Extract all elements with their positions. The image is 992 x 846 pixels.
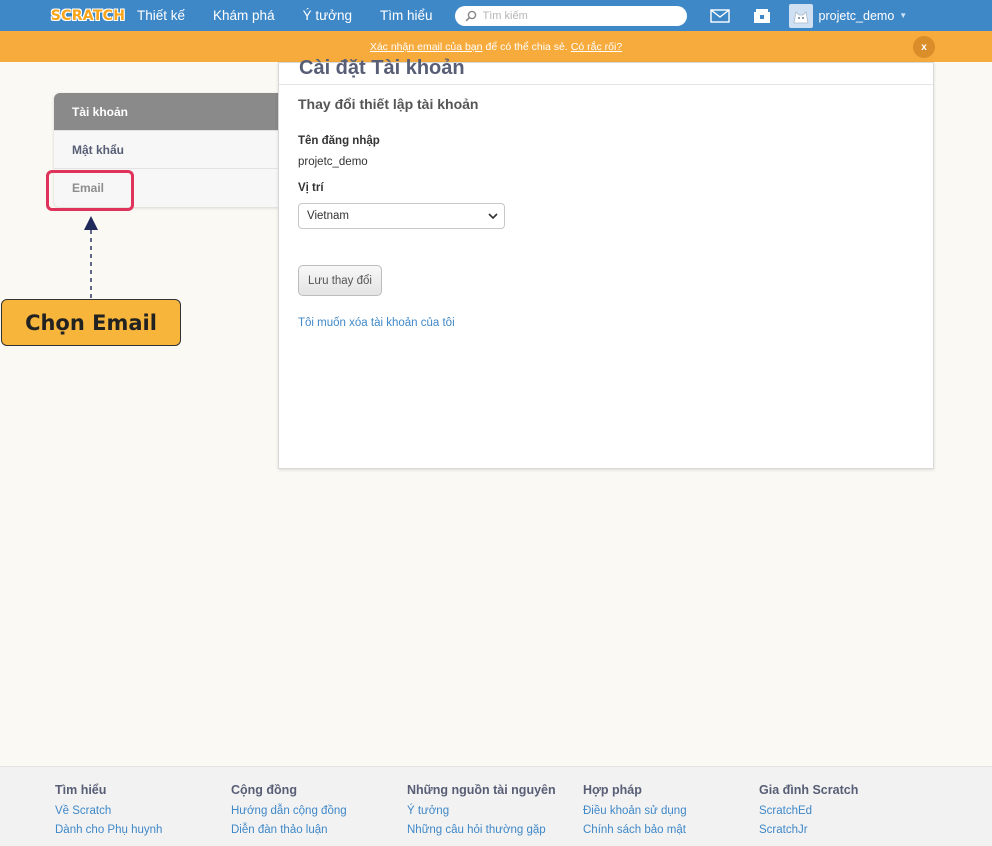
account-settings-panel: Cài đặt Tài khoản Thay đổi thiết lập tài… bbox=[278, 57, 934, 469]
nav-link-create[interactable]: Thiết kế bbox=[121, 0, 199, 31]
footer-link[interactable]: Những câu hỏi thường gặp bbox=[407, 821, 556, 840]
chevron-down-icon bbox=[488, 213, 498, 220]
footer-col-about: Tìm hiểu Về Scratch Dành cho Phụ huynh bbox=[55, 783, 162, 840]
email-confirm-banner: Xác nhận email của bạn để có thể chia sẻ… bbox=[0, 31, 992, 62]
footer-heading: Tìm hiểu bbox=[55, 783, 107, 797]
footer-link[interactable]: Điều khoản sử dụng bbox=[583, 802, 687, 821]
footer-link[interactable]: Về Scratch bbox=[55, 802, 162, 821]
scratch-logo[interactable]: SCRATCH bbox=[51, 5, 125, 27]
sidebar-item-password[interactable]: Mật khẩu bbox=[54, 131, 288, 169]
search-box[interactable] bbox=[454, 5, 687, 26]
top-navbar: SCRATCH Thiết kế Khám phá Ý tưởng Tìm hi… bbox=[0, 0, 992, 31]
footer-link[interactable]: ScratchEd bbox=[759, 802, 858, 821]
footer-link[interactable]: Hướng dẫn cộng đồng bbox=[231, 802, 347, 821]
arrow-up-icon bbox=[84, 216, 98, 298]
chevron-down-icon[interactable]: ▼ bbox=[899, 11, 907, 20]
choose-email-callout: Chọn Email bbox=[1, 299, 181, 346]
banner-text: để có thể chia sẻ. bbox=[485, 40, 568, 53]
trouble-link[interactable]: Có rắc rối? bbox=[571, 41, 622, 53]
delete-account-link[interactable]: Tôi muốn xóa tài khoản của tôi bbox=[298, 317, 455, 329]
site-footer: Tìm hiểu Về Scratch Dành cho Phụ huynh C… bbox=[0, 766, 992, 846]
footer-heading: Gia đình Scratch bbox=[759, 783, 859, 797]
footer-link[interactable]: Chính sách bảo mật bbox=[583, 821, 687, 840]
footer-col-community: Cộng đồng Hướng dẫn cộng đồng Diễn đàn t… bbox=[231, 783, 347, 840]
page-title: Cài đặt Tài khoản bbox=[299, 57, 465, 79]
search-icon bbox=[465, 10, 476, 21]
search-input[interactable] bbox=[482, 9, 663, 22]
location-label: Vị trí bbox=[298, 182, 324, 194]
sidebar-item-account[interactable]: Tài khoản bbox=[54, 93, 288, 131]
footer-col-family: Gia đình Scratch ScratchEd ScratchJr bbox=[759, 783, 858, 840]
section-title: Thay đổi thiết lập tài khoản bbox=[298, 96, 479, 112]
location-select[interactable]: Vietnam bbox=[298, 203, 505, 229]
username-menu[interactable]: projetc_demo bbox=[819, 9, 895, 23]
footer-link[interactable]: Dành cho Phụ huynh bbox=[55, 821, 162, 840]
footer-heading: Những nguồn tài nguyên bbox=[407, 783, 556, 797]
close-icon[interactable]: x bbox=[913, 36, 935, 58]
footer-heading: Hợp pháp bbox=[583, 783, 642, 797]
avatar-icon[interactable] bbox=[788, 3, 813, 28]
username-label: Tên đăng nhập bbox=[298, 135, 380, 147]
header-divider bbox=[279, 84, 933, 85]
footer-link[interactable]: Diễn đàn thảo luận bbox=[231, 821, 347, 840]
save-changes-button[interactable]: Lưu thay đổi bbox=[298, 265, 382, 296]
email-highlight-box bbox=[46, 170, 134, 211]
messages-icon[interactable] bbox=[707, 0, 733, 31]
footer-link[interactable]: Ý tưởng bbox=[407, 802, 556, 821]
location-select-value: Vietnam bbox=[307, 210, 349, 222]
confirm-email-link[interactable]: Xác nhận email của bạn bbox=[370, 41, 483, 53]
nav-link-explore[interactable]: Khám phá bbox=[199, 0, 289, 31]
footer-link[interactable]: ScratchJr bbox=[759, 821, 858, 840]
nav-link-about[interactable]: Tìm hiểu bbox=[366, 0, 447, 31]
footer-col-resources: Những nguồn tài nguyên Ý tưởng Những câu… bbox=[407, 783, 556, 840]
username-value: projetc_demo bbox=[298, 156, 368, 168]
my-stuff-icon[interactable] bbox=[749, 0, 775, 31]
nav-link-ideas[interactable]: Ý tưởng bbox=[289, 0, 366, 31]
footer-heading: Cộng đồng bbox=[231, 783, 297, 797]
footer-col-legal: Hợp pháp Điều khoản sử dụng Chính sách b… bbox=[583, 783, 687, 840]
